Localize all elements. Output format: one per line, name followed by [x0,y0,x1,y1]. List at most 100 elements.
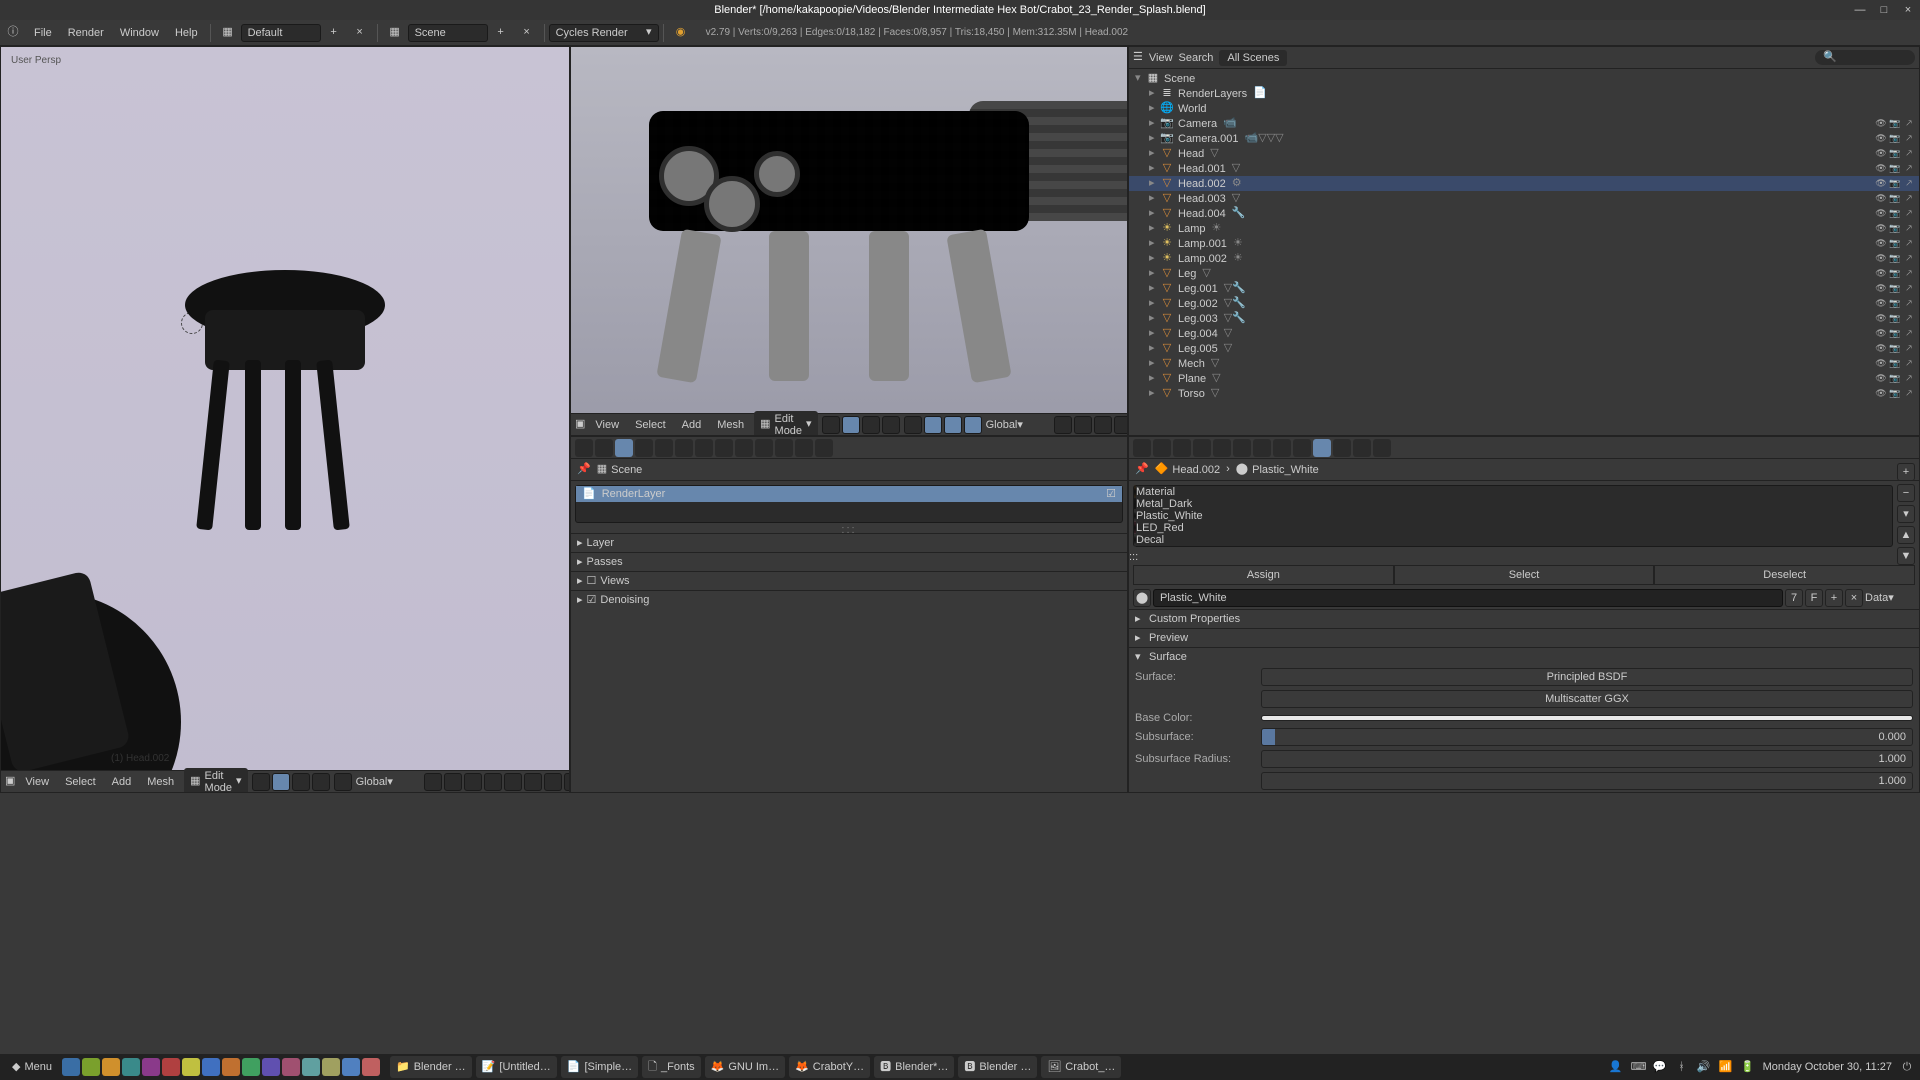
distribution-dropdown[interactable]: Multiscatter GGX [1261,690,1913,708]
screen-layout-browse-icon[interactable]: ▦ [217,22,239,44]
material-users-count[interactable]: 7 [1785,589,1803,607]
tray-volume-icon[interactable]: 🔊 [1697,1062,1711,1073]
outliner-toggle[interactable]: 👁 [1875,299,1887,308]
quick-launch-icon[interactable] [82,1058,100,1076]
outliner-toggle[interactable]: 📷 [1889,344,1901,353]
outliner-row[interactable]: ▸☀Lamp.002☀👁📷🡕 [1129,251,1919,266]
outliner-toggle[interactable]: 📷 [1889,254,1901,263]
outliner-toggle[interactable]: 📷 [1889,194,1901,203]
outliner-menu-search[interactable]: Search [1179,52,1214,64]
3d-viewport-left[interactable]: User Persp (1) Head.002 ▣ View Select Ad… [0,46,570,793]
outliner-tree[interactable]: ▾▦Scene▸≣RenderLayers📄▸🌐World▸📷Camera📹👁📷… [1129,69,1919,435]
disclosure-triangle-icon[interactable]: ▸ [1149,373,1160,384]
panel-surface[interactable]: ▾Surface [1129,647,1919,666]
pin-icon[interactable]: 📌 [577,464,591,475]
tray-clock[interactable]: Monday October 30, 11:27 [1763,1061,1892,1073]
vp-menu-add[interactable]: Add [106,776,138,788]
outliner-toggle[interactable]: 🡕 [1903,224,1915,233]
outliner-toggle[interactable]: 👁 [1875,374,1887,383]
disclosure-triangle-icon[interactable]: ▸ [1149,103,1160,114]
assign-button[interactable]: Assign [1133,565,1394,585]
outliner-item-data-icon[interactable]: ▽🔧 [1224,298,1246,309]
disclosure-triangle-icon[interactable]: ▸ [1149,133,1160,144]
quick-launch-icon[interactable] [362,1058,380,1076]
disclosure-triangle-icon[interactable]: ▾ [1135,73,1146,84]
material-name-field[interactable]: Plastic_White [1153,589,1783,607]
menu-render[interactable]: Render [60,20,112,46]
vp-menu-add[interactable]: Add [676,419,708,431]
scene-browse-icon[interactable]: ▦ [384,22,406,44]
window-close-button[interactable]: × [1900,4,1916,16]
disclosure-triangle-icon[interactable]: ▸ [1149,358,1160,369]
outliner-toggle[interactable]: 👁 [1875,329,1887,338]
outliner-toggle[interactable]: 🡕 [1903,179,1915,188]
outliner-toggle[interactable]: 👁 [1875,209,1887,218]
surface-shader-dropdown[interactable]: Principled BSDF [1261,668,1913,686]
disclosure-triangle-icon[interactable]: ▸ [1149,193,1160,204]
outliner-row[interactable]: ▸▽Head.004🔧👁📷🡕 [1129,206,1919,221]
outliner-row[interactable]: ▸▽Head▽👁📷🡕 [1129,146,1919,161]
disclosure-triangle-icon[interactable]: ▸ [1149,283,1160,294]
disclosure-triangle-icon[interactable]: ▸ [1149,118,1160,129]
screen-layout-delete-button[interactable]: × [349,22,371,44]
material-slot-item[interactable]: LED_Red [1134,522,1892,534]
outliner-toggle[interactable]: 👁 [1875,389,1887,398]
shading-mode-buttons[interactable] [252,773,330,791]
material-fake-user-button[interactable]: F [1805,589,1823,607]
quick-launch-icon[interactable] [282,1058,300,1076]
vp-menu-mesh[interactable]: Mesh [711,419,750,431]
slot-move-up-button[interactable]: ▲ [1897,526,1915,544]
outliner-item-data-icon[interactable]: ▽🔧 [1224,313,1246,324]
outliner-toggle[interactable]: 👁 [1875,194,1887,203]
material-slot-item[interactable]: Metal_Dark [1134,498,1892,510]
material-new-button[interactable]: + [1825,589,1843,607]
disclosure-triangle-icon[interactable]: ▸ [1149,268,1160,279]
outliner-toggle[interactable]: 🡕 [1903,119,1915,128]
outliner-toggle[interactable]: 📷 [1889,329,1901,338]
breadcrumb-object[interactable]: Head.002 [1172,464,1220,476]
taskbar-task[interactable]: 🦊GNU Im… [705,1056,785,1078]
editor-type-icon[interactable]: ☰ [1133,52,1143,63]
outliner-toggle[interactable]: 📷 [1889,209,1901,218]
outliner-display-mode-dropdown[interactable]: All Scenes [1219,50,1287,66]
tray-chat-icon[interactable]: 💬 [1653,1062,1667,1073]
quick-launch-icons[interactable] [62,1058,380,1076]
disclosure-triangle-icon[interactable]: ▸ [1149,223,1160,234]
outliner-toggle[interactable]: 📷 [1889,224,1901,233]
screen-layout-dropdown[interactable]: Default [241,24,321,42]
renderlayer-list[interactable]: 📄 RenderLayer ☑ [575,485,1123,523]
disclosure-triangle-icon[interactable]: ▸ [1149,148,1160,159]
taskbar-task[interactable]: 🦊CrabotY… [789,1056,870,1078]
outliner-toggle[interactable]: 📷 [1889,389,1901,398]
outliner-toggle[interactable]: 🡕 [1903,359,1915,368]
outliner-toggle[interactable]: 👁 [1875,239,1887,248]
outliner-toggle[interactable]: 🡕 [1903,194,1915,203]
quick-launch-icon[interactable] [202,1058,220,1076]
disclosure-triangle-icon[interactable]: ▸ [1149,208,1160,219]
outliner-row[interactable]: ▸▽Plane▽👁📷🡕 [1129,371,1919,386]
slot-remove-button[interactable]: − [1897,484,1915,502]
outliner-row[interactable]: ▸▽Head.001▽👁📷🡕 [1129,161,1919,176]
outliner-row[interactable]: ▸📷Camera📹👁📷🡕 [1129,116,1919,131]
editor-type-icon[interactable]: ▣ [5,776,15,787]
outliner-row[interactable]: ▸▽Mech▽👁📷🡕 [1129,356,1919,371]
subsurface-radius-x[interactable]: 1.000 [1261,750,1913,768]
outliner-item-data-icon[interactable]: 📄 [1253,88,1267,99]
outliner-item-data-icon[interactable]: ▽ [1224,328,1232,339]
outliner-toggle[interactable]: 📷 [1889,314,1901,323]
outliner-toggle[interactable]: 👁 [1875,134,1887,143]
outliner-item-data-icon[interactable]: ▽ [1211,388,1219,399]
select-mode-buttons[interactable] [904,416,982,434]
renderlayer-enabled-checkbox[interactable]: ☑ [1106,489,1116,500]
vp-menu-view[interactable]: View [589,419,625,431]
outliner-toggle[interactable]: 🡕 [1903,344,1915,353]
scene-dropdown[interactable]: Scene [408,24,488,42]
outliner-row[interactable]: ▾▦Scene [1129,71,1919,86]
quick-launch-icon[interactable] [122,1058,140,1076]
outliner-row[interactable]: ▸▽Leg.002▽🔧👁📷🡕 [1129,296,1919,311]
outliner-toggle[interactable]: 🡕 [1903,209,1915,218]
disclosure-triangle-icon[interactable]: ▸ [1149,178,1160,189]
deselect-button[interactable]: Deselect [1654,565,1915,585]
select-button[interactable]: Select [1394,565,1655,585]
quick-launch-icon[interactable] [262,1058,280,1076]
